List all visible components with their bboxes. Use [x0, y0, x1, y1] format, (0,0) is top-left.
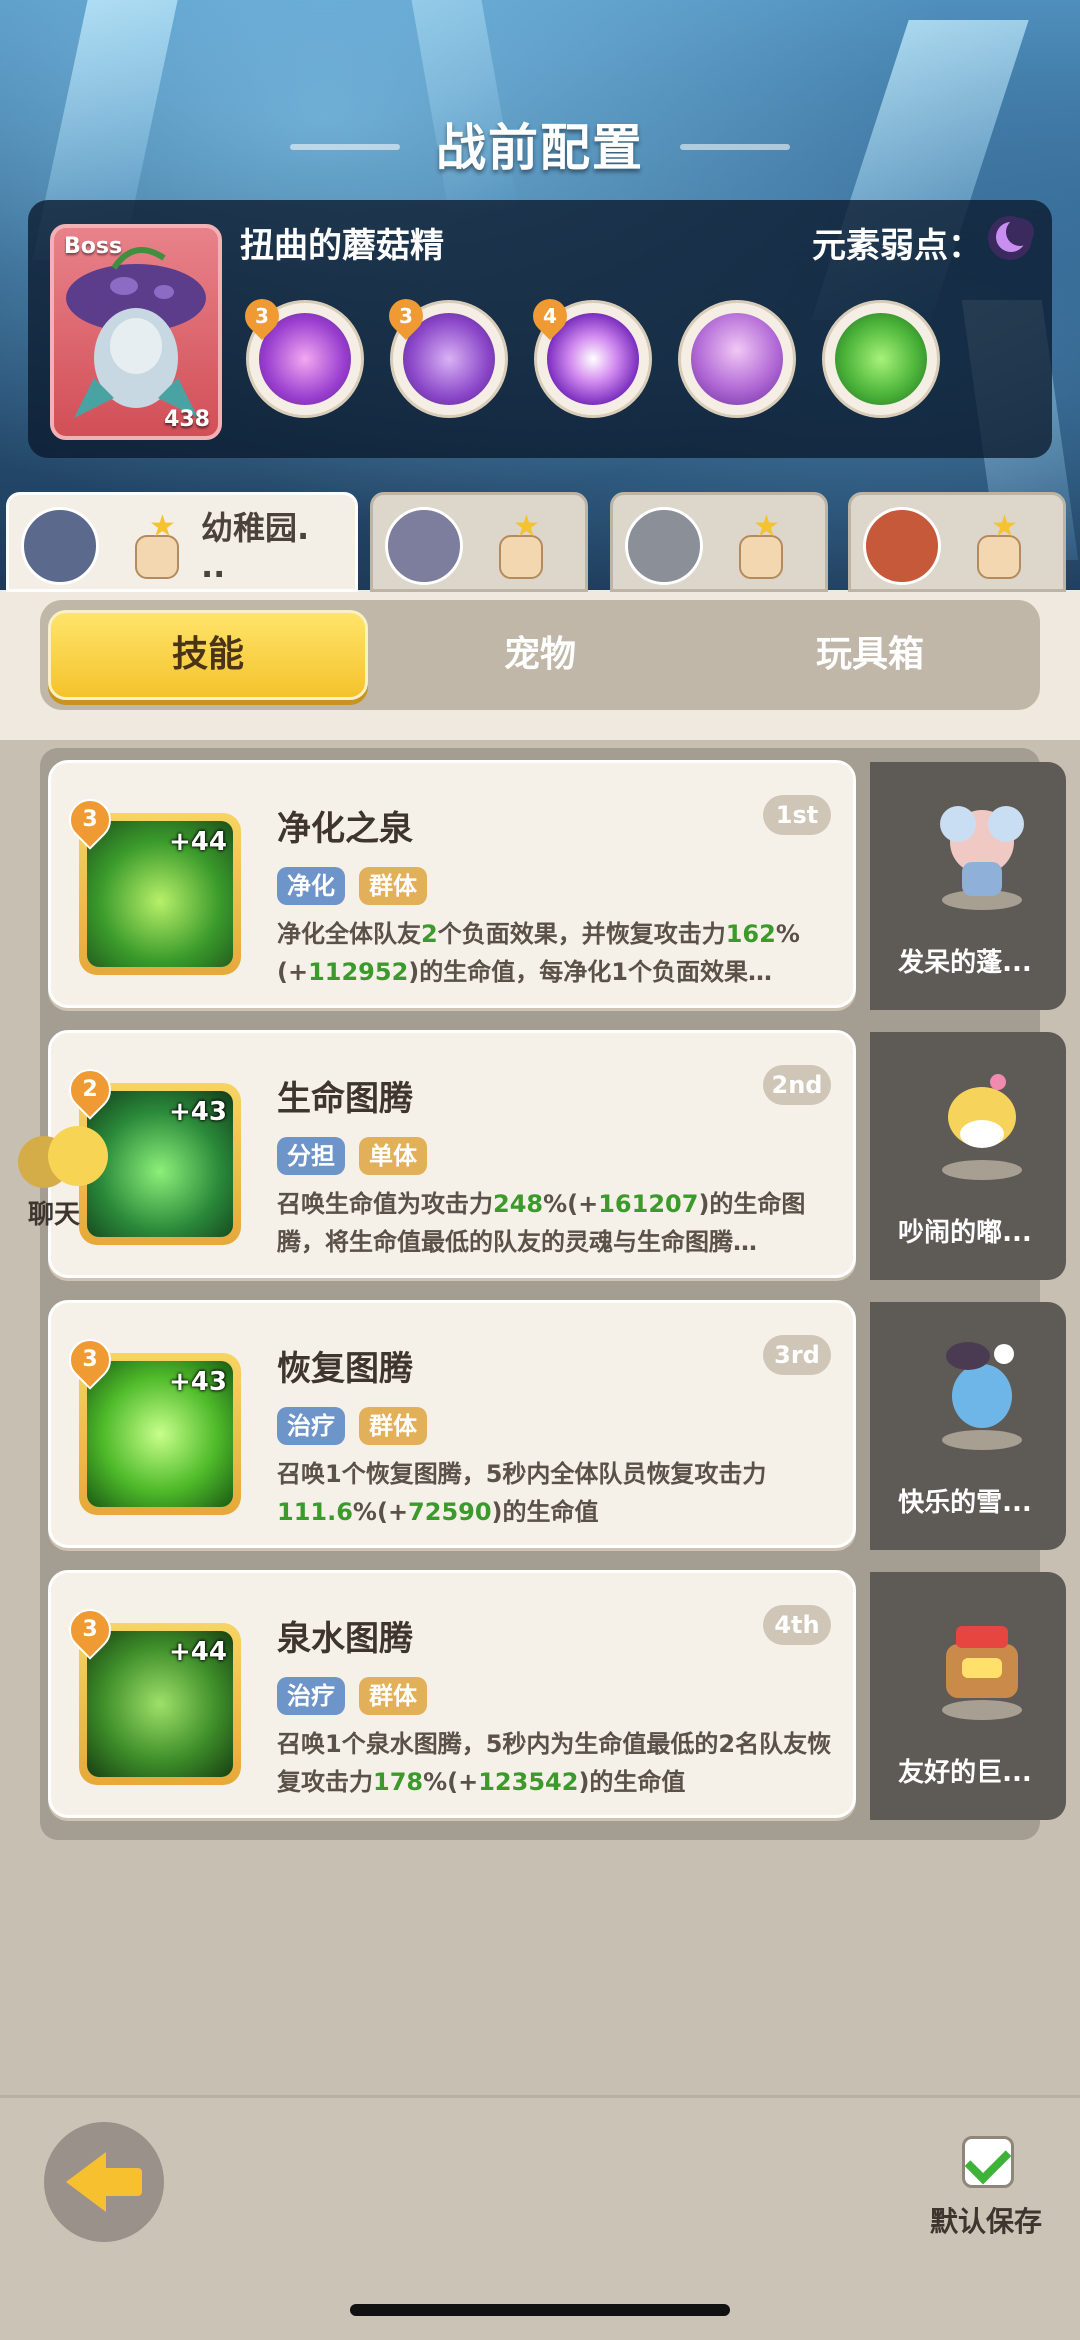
tab-toybox[interactable]: 玩具箱	[710, 610, 1030, 700]
party-avatar	[21, 507, 99, 585]
pet-name: 发呆的蓬...	[898, 948, 1032, 978]
back-arrow-tail	[102, 2168, 142, 2196]
skill-rank-badge: 3rd	[763, 1335, 831, 1375]
pet-figure-icon	[942, 1342, 1022, 1450]
chat-face-icon	[48, 1126, 108, 1186]
party-avatar	[863, 507, 941, 585]
pet-figure-icon	[942, 1074, 1022, 1180]
skill-plus-level: +43	[169, 1097, 227, 1127]
back-arrow-icon	[66, 2152, 106, 2212]
party-member-name: 幼稚园. ..	[201, 509, 310, 585]
pet-slot-2[interactable]: 吵闹的嘟...	[870, 1032, 1066, 1280]
purple-mushroom-skill-icon	[691, 313, 783, 405]
party-member-tab-1[interactable]: ★ 幼稚园. ..	[6, 492, 358, 592]
home-indicator[interactable]	[350, 2304, 730, 2316]
skill-description: 召唤1个恢复图腾，5秒内全体队员恢复攻击力111.6%(+72590)的生命值	[277, 1460, 767, 1526]
boss-skill-3[interactable]: 4	[525, 291, 652, 418]
skill-name: 生命图腾	[277, 1079, 413, 1119]
moon-icon	[988, 216, 1034, 260]
boss-panel: Boss 438 扭曲的蘑菇精 元素弱点： 3 3 4	[28, 200, 1052, 458]
skill-card-4[interactable]: 3 +44 泉水图腾 4th 治疗 群体 召唤1个泉水图腾，5秒内为生命值最低的…	[48, 1570, 856, 1818]
skill-plus-level: +44	[169, 1637, 227, 1667]
category-tabbar: 技能 宠物 玩具箱	[40, 600, 1040, 710]
skill-tag: 治疗	[277, 1677, 345, 1715]
skill-description: 召唤1个泉水图腾，5秒内为生命值最低的2名队友恢复攻击力178%(+123542…	[277, 1730, 832, 1796]
chat-button[interactable]: 聊天	[8, 1122, 108, 1232]
skill-plus-level: +44	[169, 827, 227, 857]
boss-portrait[interactable]: Boss 438	[50, 224, 222, 440]
skill-name: 恢复图腾	[277, 1349, 413, 1389]
pet-name: 快乐的雪...	[898, 1488, 1032, 1518]
tap-hand-icon: ★	[489, 509, 549, 579]
skill-rank-badge: 4th	[763, 1605, 831, 1645]
skill-tag: 净化	[277, 867, 345, 905]
boss-skill-5[interactable]	[822, 300, 940, 418]
chat-label: 聊天	[28, 1200, 81, 1230]
party-member-tab-4[interactable]: ★	[848, 492, 1066, 592]
boss-skill-4[interactable]	[678, 300, 796, 418]
boss-skill-1[interactable]: 3	[237, 291, 364, 418]
default-save-checkbox[interactable]	[962, 2136, 1014, 2188]
boss-level: 438	[164, 407, 210, 432]
skill-name: 泉水图腾	[277, 1619, 413, 1659]
tab-skill[interactable]: 技能	[48, 610, 368, 700]
skill-description: 净化全体队友2个负面效果，并恢复攻击力162%(+112952)的生命值，每净化…	[277, 920, 800, 986]
skill-card-1[interactable]: 3 +44 净化之泉 1st 净化 群体 净化全体队友2个负面效果，并恢复攻击力…	[48, 760, 856, 1008]
mushroom-boss-figure	[66, 247, 206, 418]
tap-hand-icon: ★	[967, 509, 1027, 579]
pet-name: 友好的巨...	[898, 1758, 1032, 1788]
skill-tag: 分担	[277, 1137, 345, 1175]
skill-tag: 治疗	[277, 1407, 345, 1445]
pet-figure-icon	[940, 806, 1024, 910]
skill-tag: 群体	[359, 1677, 427, 1715]
skill-description: 召唤生命值为攻击力248%(+161207)的生命图腾，将生命值最低的队友的灵魂…	[277, 1190, 806, 1256]
default-save-label: 默认保存	[930, 2205, 1043, 2238]
party-member-tab-2[interactable]: ★	[370, 492, 588, 592]
pet-name: 吵闹的嘟...	[898, 1218, 1032, 1248]
boss-name: 扭曲的蘑菇精	[240, 226, 444, 266]
tab-pet[interactable]: 宠物	[380, 610, 700, 700]
pet-slot-1[interactable]: 发呆的蓬...	[870, 762, 1066, 1010]
pet-slot-4[interactable]: 友好的巨...	[870, 1572, 1066, 1820]
green-slime-skill-icon	[835, 313, 927, 405]
weakness-label: 元素弱点：	[812, 226, 982, 266]
skill-tag: 群体	[359, 867, 427, 905]
boss-tag: Boss	[64, 234, 123, 259]
skill-plus-level: +43	[169, 1367, 227, 1397]
pet-figure-icon	[942, 1626, 1022, 1720]
skill-rank-badge: 1st	[763, 795, 831, 835]
tap-hand-icon: ★	[125, 509, 185, 579]
skill-tag: 群体	[359, 1407, 427, 1445]
tap-hand-icon: ★	[729, 509, 789, 579]
pet-slot-3[interactable]: 快乐的雪...	[870, 1302, 1066, 1550]
check-icon	[964, 2137, 1012, 2185]
skill-card-2[interactable]: 2 +43 生命图腾 2nd 分担 单体 召唤生命值为攻击力248%(+1612…	[48, 1030, 856, 1278]
party-avatar	[385, 507, 463, 585]
party-avatar	[625, 507, 703, 585]
skill-card-3[interactable]: 3 +43 恢复图腾 3rd 治疗 群体 召唤1个恢复图腾，5秒内全体队员恢复攻…	[48, 1300, 856, 1548]
boss-skill-2[interactable]: 3	[381, 291, 508, 418]
header: 战前配置	[0, 108, 1080, 180]
party-member-tab-3[interactable]: ★	[610, 492, 828, 592]
skill-name: 净化之泉	[277, 809, 413, 849]
skill-rank-badge: 2nd	[763, 1065, 831, 1105]
page-title: 战前配置	[436, 119, 644, 177]
back-button[interactable]	[44, 2122, 164, 2242]
skill-tag: 单体	[359, 1137, 427, 1175]
